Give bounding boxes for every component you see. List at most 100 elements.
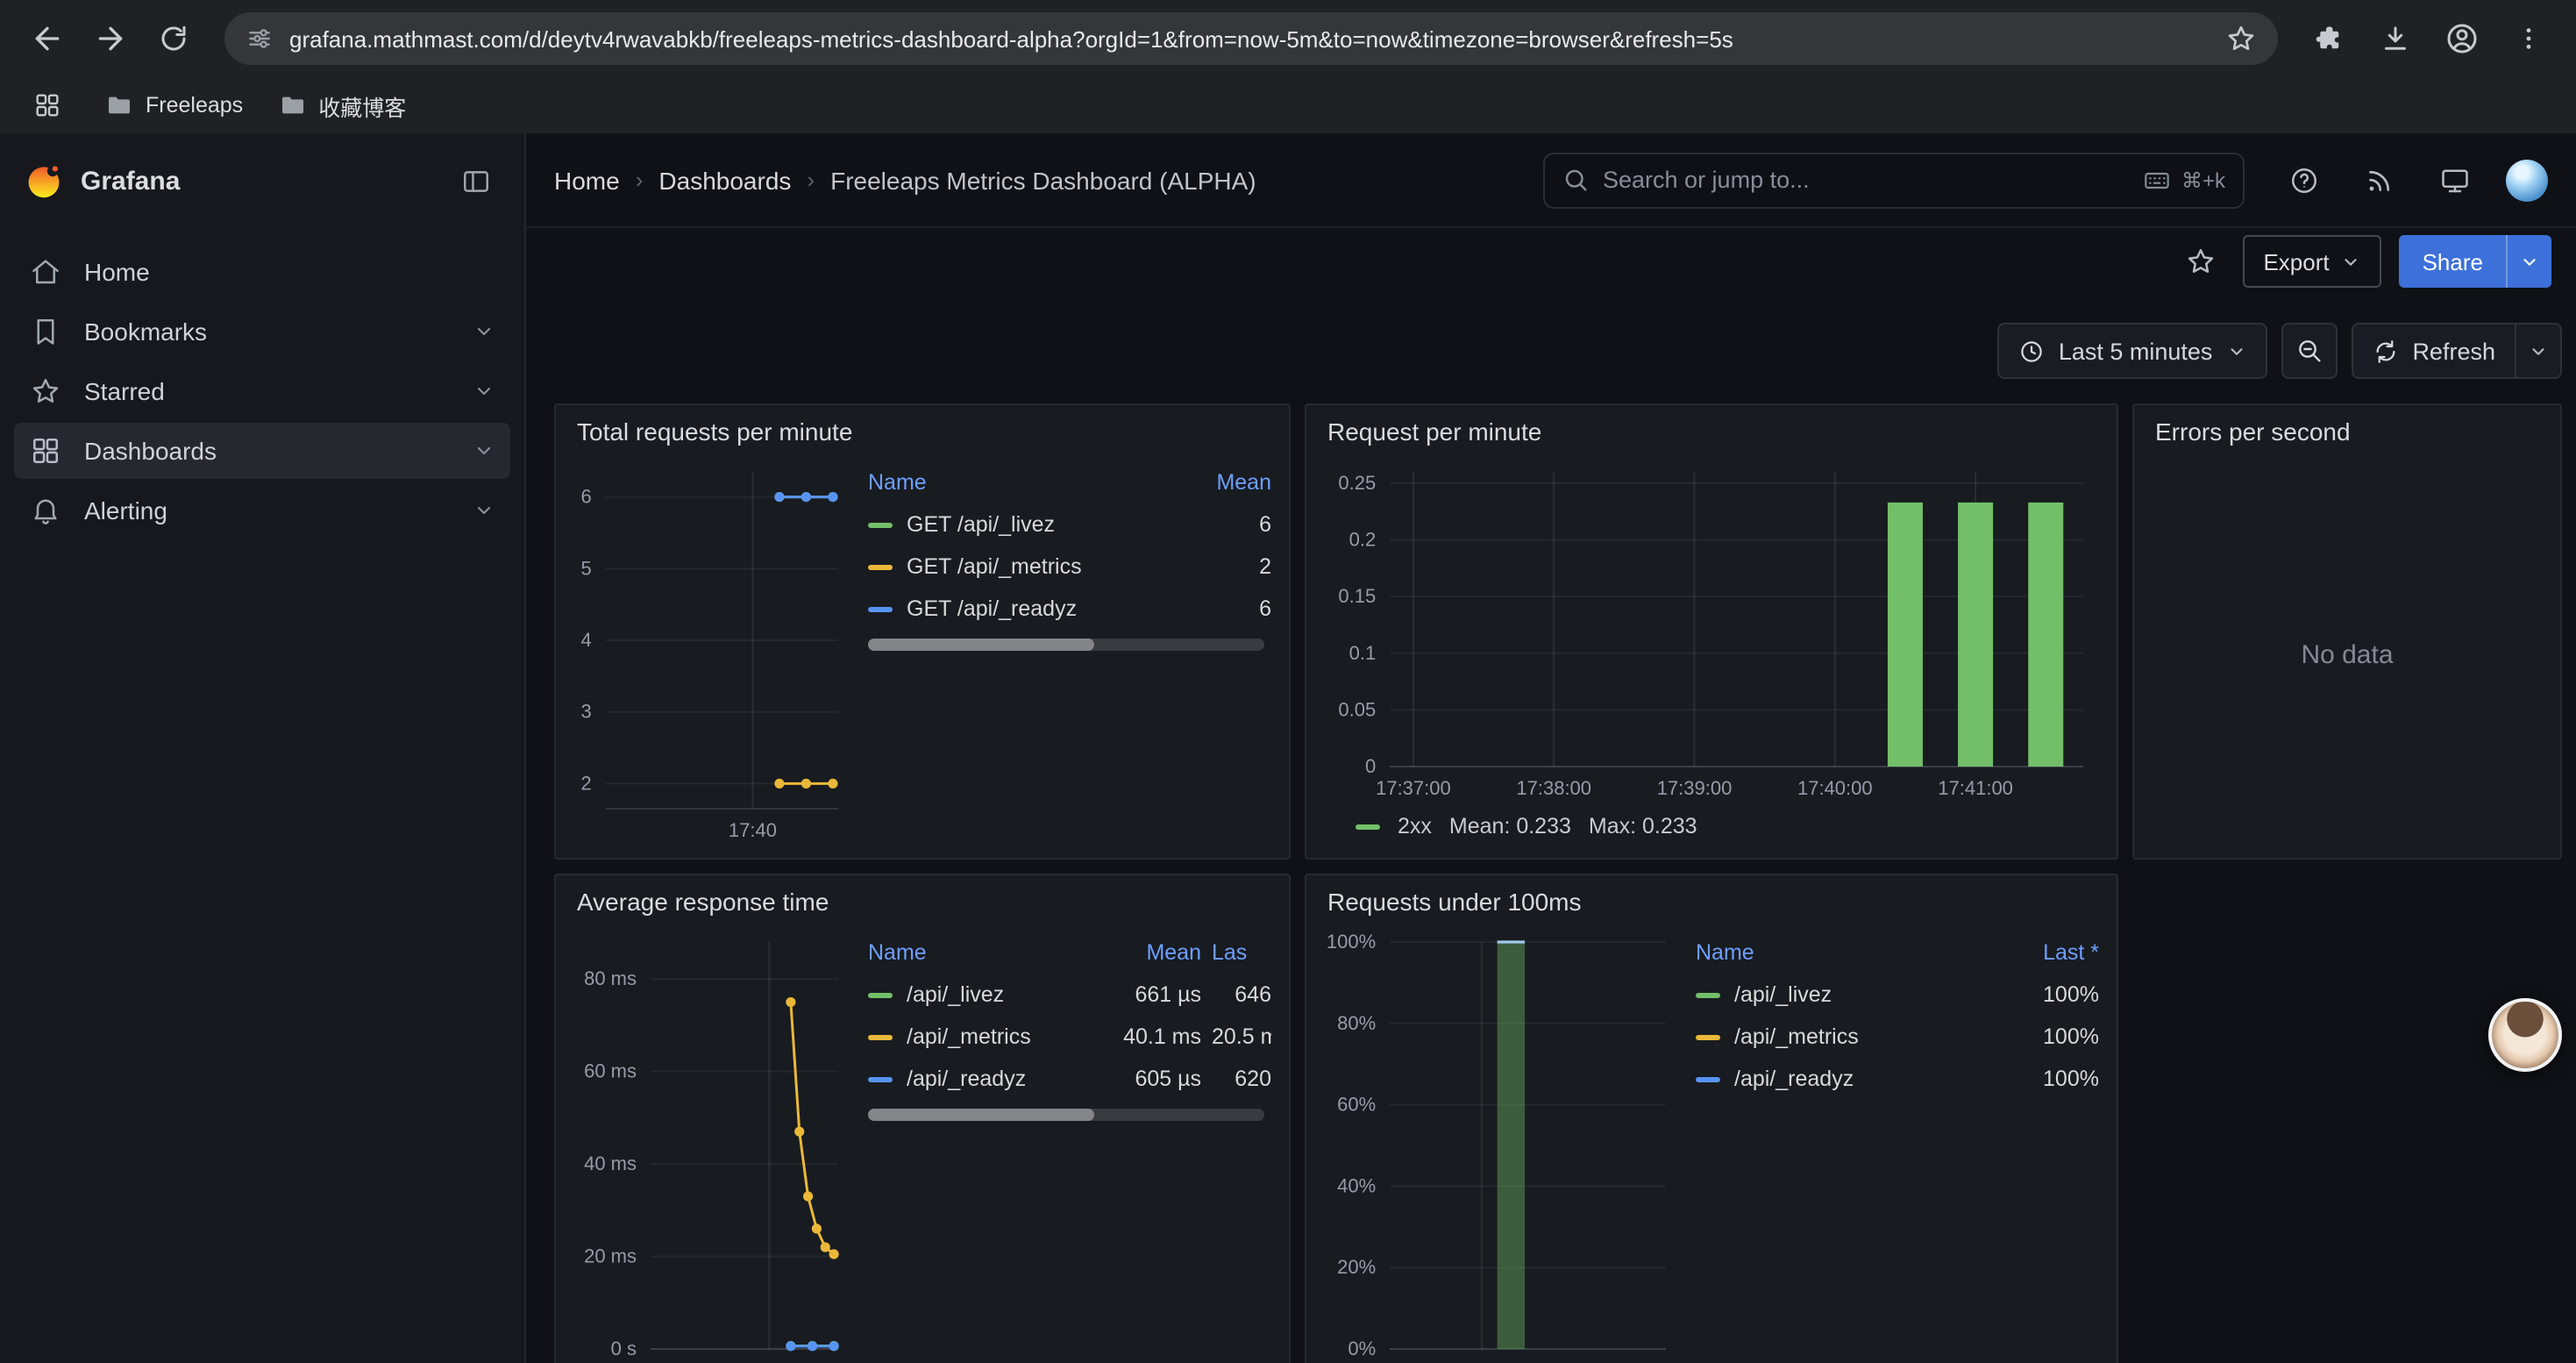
series-name[interactable]: /api/_livez <box>1734 982 1832 1007</box>
chevron-down-icon[interactable] <box>473 440 495 461</box>
download-icon <box>2380 23 2411 54</box>
apps-grid-button[interactable] <box>25 82 70 128</box>
series-name[interactable]: GET /api/_readyz <box>907 596 1077 621</box>
share-button[interactable]: Share <box>2400 235 2506 288</box>
bookmark-folder-blogs[interactable]: 收藏博客 <box>278 89 406 122</box>
svg-text:17:38:00: 17:38:00 <box>1516 777 1591 799</box>
legend-col-last[interactable]: Las <box>1212 940 1271 965</box>
favorite-dashboard-button[interactable] <box>2175 237 2224 286</box>
chevron-down-icon[interactable] <box>473 500 495 521</box>
panel-title[interactable]: Requests under 100ms <box>1306 875 2117 921</box>
chevron-down-icon[interactable] <box>473 381 495 402</box>
sidebar-item-home[interactable]: Home <box>14 244 510 300</box>
sidebar-item-starred[interactable]: Starred <box>14 363 510 419</box>
series-swatch <box>868 564 893 569</box>
legend-row: /api/_readyz 605 µs 620 <box>868 1058 1271 1100</box>
series-swatch <box>868 606 893 611</box>
bookmark-star-icon[interactable] <box>2225 23 2257 54</box>
breadcrumb-home[interactable]: Home <box>554 166 620 194</box>
time-controls: Last 5 minutes Refresh <box>554 323 2562 379</box>
series-name[interactable]: /api/_livez <box>907 982 1004 1007</box>
svg-text:100%: 100% <box>1327 931 1376 953</box>
search-input[interactable]: Search or jump to... ⌘+k <box>1543 152 2245 208</box>
reload-button[interactable] <box>144 9 203 68</box>
puzzle-icon <box>2313 23 2345 54</box>
panel-title[interactable]: Errors per second <box>2134 405 2560 451</box>
breadcrumb-dashboards[interactable]: Dashboards <box>658 166 791 194</box>
panel-title[interactable]: Total requests per minute <box>556 405 1289 451</box>
zoom-out-button[interactable] <box>2281 323 2337 379</box>
panel-average-response-time: Average response time 0 s20 ms40 ms60 ms… <box>554 874 1291 1363</box>
time-range-picker[interactable]: Last 5 minutes <box>1997 323 2267 379</box>
star-icon <box>2184 246 2216 277</box>
legend-col-name[interactable]: Name <box>868 470 1173 495</box>
legend-col-name[interactable]: Name <box>868 940 1089 965</box>
panel-title[interactable]: Request per minute <box>1306 405 2117 451</box>
series-mean: 6 <box>1184 512 1271 537</box>
sidebar-item-label: Bookmarks <box>84 318 207 346</box>
panel-errors-per-second: Errors per second No data <box>2132 403 2562 860</box>
share-menu-button[interactable] <box>2506 235 2551 288</box>
legend-scrollbar[interactable] <box>868 1109 1264 1121</box>
forward-button[interactable] <box>81 9 140 68</box>
site-info-icon[interactable] <box>246 25 274 53</box>
floating-avatar[interactable] <box>2488 998 2562 1072</box>
series-name[interactable]: /api/_readyz <box>1734 1067 1854 1091</box>
legend-col-mean[interactable]: Mean <box>1184 470 1271 495</box>
help-button[interactable] <box>2280 155 2329 204</box>
sidebar-item-alerting[interactable]: Alerting <box>14 482 510 539</box>
address-bar[interactable]: grafana.mathmast.com/d/deytv4rwavabkb/fr… <box>224 12 2278 65</box>
monitor-icon <box>2439 164 2471 196</box>
sidebar-item-bookmarks[interactable]: Bookmarks <box>14 303 510 360</box>
dock-menu-button[interactable] <box>451 156 500 205</box>
bookmarks-bar: Freeleaps 收藏博客 <box>0 77 2576 133</box>
series-name[interactable]: 2xx <box>1398 814 1432 838</box>
legend-row: /api/_metrics 40.1 ms 20.5 m <box>868 1016 1271 1058</box>
series-max: Max: 0.233 <box>1589 814 1697 838</box>
legend-col-mean[interactable]: Mean <box>1099 940 1201 965</box>
scrollbar-thumb[interactable] <box>868 639 1094 651</box>
legend-row: /api/_metrics 100% <box>1696 1016 2099 1058</box>
sidebar-item-dashboards[interactable]: Dashboards <box>14 423 510 479</box>
refresh-interval-button[interactable] <box>2515 325 2560 377</box>
news-button[interactable] <box>2355 155 2404 204</box>
search-placeholder: Search or jump to... <box>1603 167 1810 193</box>
scrollbar-thumb[interactable] <box>868 1109 1094 1121</box>
chevron-down-icon[interactable] <box>473 321 495 342</box>
downloads-button[interactable] <box>2366 9 2425 68</box>
series-swatch <box>1696 1034 1720 1039</box>
refresh-button[interactable]: Refresh <box>2352 325 2515 377</box>
series-name[interactable]: GET /api/_livez <box>907 512 1055 537</box>
series-name[interactable]: /api/_metrics <box>1734 1024 1859 1049</box>
legend-scrollbar[interactable] <box>868 639 1264 651</box>
sidebar-nav: Home Bookmarks Starred <box>0 242 524 540</box>
keyboard-icon <box>2143 166 2171 194</box>
series-name[interactable]: /api/_readyz <box>907 1067 1026 1091</box>
series-name[interactable]: /api/_metrics <box>907 1024 1031 1049</box>
url-text[interactable]: grafana.mathmast.com/d/deytv4rwavabkb/fr… <box>289 25 2210 52</box>
browser-menu-button[interactable] <box>2499 9 2558 68</box>
legend-col-last[interactable]: Last * <box>2011 940 2099 965</box>
average-response-time-chart: 0 s20 ms40 ms60 ms80 ms17:40 <box>573 924 854 1363</box>
display-button[interactable] <box>2430 155 2480 204</box>
folder-icon <box>278 91 306 119</box>
back-button[interactable] <box>18 9 77 68</box>
extensions-button[interactable] <box>2299 9 2359 68</box>
series-swatch <box>1696 1076 1720 1081</box>
series-name[interactable]: GET /api/_metrics <box>907 554 1082 579</box>
kebab-menu-icon <box>2515 25 2543 53</box>
svg-text:3: 3 <box>581 701 592 723</box>
brand-title[interactable]: Grafana <box>81 166 433 196</box>
series-swatch <box>868 522 893 527</box>
profile-button[interactable] <box>2432 9 2492 68</box>
grafana-logo[interactable] <box>25 161 63 200</box>
svg-text:17:40: 17:40 <box>729 819 777 841</box>
legend-col-name[interactable]: Name <box>1696 940 2001 965</box>
bookmark-label: Freeleaps <box>146 93 243 118</box>
legend-table: Name Mean Las /api/_livez 661 µs 646 <box>854 924 1271 1363</box>
bookmark-folder-freeleaps[interactable]: Freeleaps <box>105 91 243 119</box>
refresh-split-button: Refresh <box>2351 323 2562 379</box>
panel-title[interactable]: Average response time <box>556 875 1289 921</box>
export-button[interactable]: Export <box>2242 235 2381 288</box>
user-avatar[interactable] <box>2506 159 2548 201</box>
